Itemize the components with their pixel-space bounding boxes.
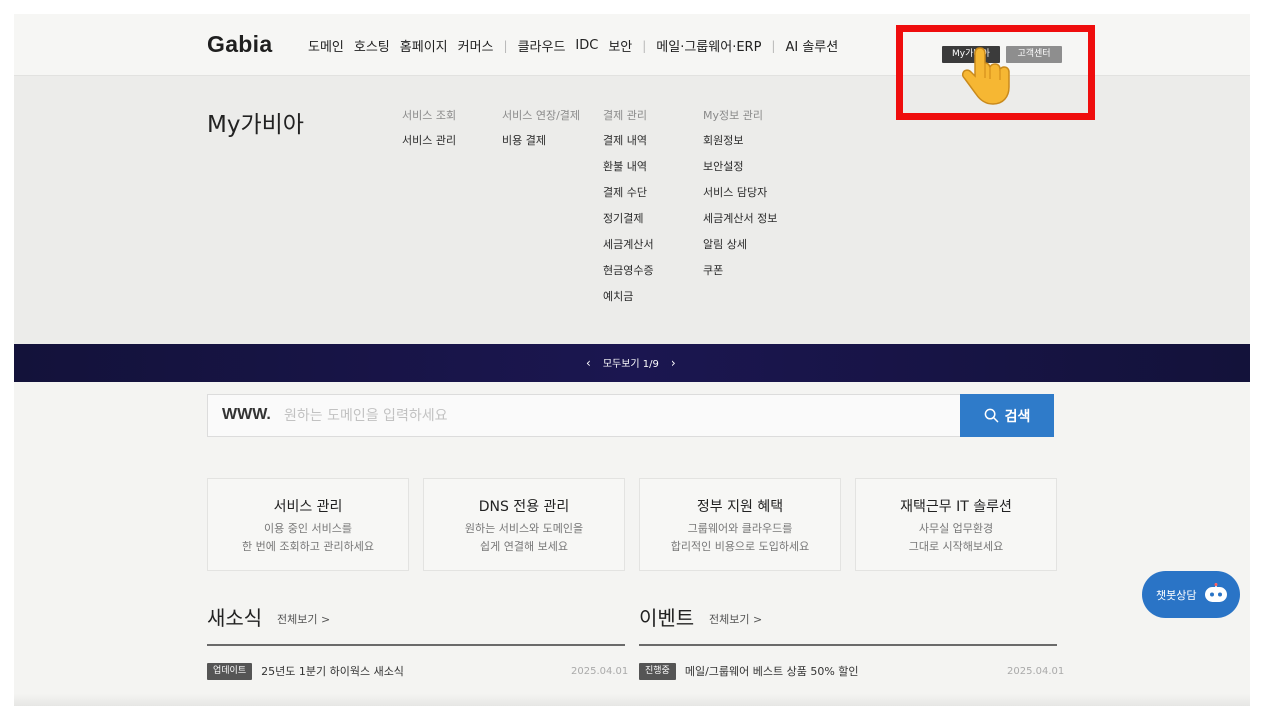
card-title: DNS 전용 관리 [478, 499, 570, 515]
chatbot-button[interactable]: 챗봇상담 [1142, 571, 1240, 618]
banner-pager: ‹ 모두보기 1/9 › [574, 355, 688, 371]
menu-link[interactable]: 보안설정 [703, 160, 777, 186]
event-badge: 진행중 [639, 662, 676, 680]
page-bottom-edge [14, 694, 1250, 706]
menu-column-my-info: My정보 관리 회원정보 보안설정 서비스 담당자 세금계산서 정보 알림 상세… [703, 109, 777, 290]
menu-column-service-renewal: 서비스 연장/결제 비용 결제 [502, 109, 580, 160]
card-government-support[interactable]: 정부 지원 혜택 그룹웨어와 클라우드를 합리적인 비용으로 도입하세요 [639, 478, 841, 571]
menu-link[interactable]: 서비스 관리 [402, 134, 456, 160]
nav-mail-groupware-erp[interactable]: 메일·그룹웨어·ERP [656, 36, 761, 55]
card-description: 사무실 업무환경 그대로 시작해보세요 [908, 522, 1004, 553]
chevron-right-icon[interactable]: › [671, 356, 676, 370]
news-date: 2025.04.01 [571, 666, 629, 677]
domain-search-input[interactable] [284, 405, 944, 427]
nav-divider: | [642, 38, 647, 53]
banner-view-all[interactable]: 모두보기 1/9 [603, 355, 659, 370]
card-description: 원하는 서비스와 도메인을 쉽게 연결해 보세요 [464, 522, 584, 553]
event-title: 메일/그룹웨어 베스트 상품 50% 할인 [684, 665, 859, 678]
menu-column-service-lookup: 서비스 조회 서비스 관리 [402, 109, 456, 160]
nav-divider: | [771, 38, 776, 53]
menu-column-heading: 서비스 조회 [402, 109, 457, 122]
menu-link[interactable]: 정기결제 [603, 212, 654, 238]
nav-cloud[interactable]: 클라우드 [518, 36, 566, 55]
menu-link[interactable]: 서비스 담당자 [703, 186, 777, 212]
menu-column-heading: My정보 관리 [703, 109, 763, 122]
chevron-left-icon[interactable]: ‹ [586, 356, 591, 370]
menu-link[interactable]: 환불 내역 [603, 160, 654, 186]
menu-link[interactable]: 현금영수증 [603, 264, 654, 290]
main-menu: 도메인 호스팅 홈페이지 커머스 | 클라우드 IDC 보안 | 메일·그룹웨어… [308, 36, 848, 55]
menu-column-payment: 결제 관리 결제 내역 환불 내역 결제 수단 정기결제 세금계산서 현금영수증… [603, 109, 654, 316]
search-button[interactable]: 검색 [960, 394, 1054, 437]
search-icon [984, 408, 998, 423]
browser-viewport: Gabia 도메인 호스팅 홈페이지 커머스 | 클라우드 IDC 보안 | 메… [14, 14, 1250, 706]
card-dns-management[interactable]: DNS 전용 관리 원하는 서비스와 도메인을 쉽게 연결해 보세요 [423, 478, 625, 571]
card-service-management[interactable]: 서비스 관리 이용 중인 서비스를 한 번에 조회하고 관리하세요 [207, 478, 409, 571]
menu-link[interactable]: 결제 수단 [603, 186, 654, 212]
nav-domain[interactable]: 도메인 [308, 36, 344, 55]
nav-idc[interactable]: IDC [575, 38, 598, 53]
menu-link[interactable]: 비용 결제 [502, 134, 580, 160]
news-section-title: 새소식 [207, 606, 263, 630]
pointing-hand-icon [961, 47, 1010, 105]
menu-link[interactable]: 회원정보 [703, 134, 777, 160]
nav-divider: | [503, 38, 508, 53]
news-divider [207, 644, 625, 646]
menu-column-heading: 결제 관리 [603, 109, 647, 122]
menu-link[interactable]: 결제 내역 [603, 134, 654, 160]
search-button-label: 검색 [1004, 407, 1031, 424]
event-item[interactable]: 진행중 메일/그룹웨어 베스트 상품 50% 할인 [639, 662, 859, 680]
news-view-all-link[interactable]: 전체보기 > [277, 611, 330, 627]
menu-link[interactable]: 알림 상세 [703, 238, 777, 264]
promo-banner: ‹ 모두보기 1/9 › [14, 344, 1250, 382]
news-item[interactable]: 업데이트 25년도 1분기 하이웍스 새소식 [207, 662, 404, 680]
nav-ai-solution[interactable]: AI 솔루션 [785, 36, 838, 55]
gabia-logo[interactable]: Gabia [207, 31, 272, 58]
news-title: 25년도 1분기 하이웍스 새소식 [261, 665, 404, 678]
events-section-title: 이벤트 [639, 606, 695, 630]
events-view-all-link[interactable]: 전체보기 > [709, 611, 762, 627]
chatbot-icon [1205, 583, 1227, 602]
events-divider [639, 644, 1057, 646]
menu-link[interactable]: 예치금 [603, 290, 654, 316]
chatbot-label: 챗봇상담 [1156, 588, 1197, 602]
menu-link[interactable]: 세금계산서 [603, 238, 654, 264]
nav-commerce[interactable]: 커머스 [458, 36, 494, 55]
news-badge: 업데이트 [207, 662, 253, 680]
nav-homepage[interactable]: 홈페이지 [400, 36, 448, 55]
menu-link[interactable]: 쿠폰 [703, 264, 777, 290]
card-title: 정부 지원 혜택 [696, 499, 784, 515]
card-remote-work[interactable]: 재택근무 IT 솔루션 사무실 업무환경 그대로 시작해보세요 [855, 478, 1057, 571]
dropdown-title: My가비아 [207, 112, 304, 138]
domain-search-box: WWW. 검색 [207, 394, 1054, 437]
menu-link[interactable]: 세금계산서 정보 [703, 212, 777, 238]
card-title: 재택근무 IT 솔루션 [900, 499, 1012, 515]
nav-hosting[interactable]: 호스팅 [354, 36, 390, 55]
nav-security[interactable]: 보안 [608, 36, 632, 55]
card-description: 이용 중인 서비스를 한 번에 조회하고 관리하세요 [242, 522, 374, 553]
card-description: 그룹웨어와 클라우드를 합리적인 비용으로 도입하세요 [670, 522, 810, 553]
card-title: 서비스 관리 [273, 499, 343, 515]
www-prefix: WWW. [222, 406, 271, 423]
event-date: 2025.04.01 [1007, 666, 1065, 677]
menu-column-heading: 서비스 연장/결제 [502, 109, 581, 122]
